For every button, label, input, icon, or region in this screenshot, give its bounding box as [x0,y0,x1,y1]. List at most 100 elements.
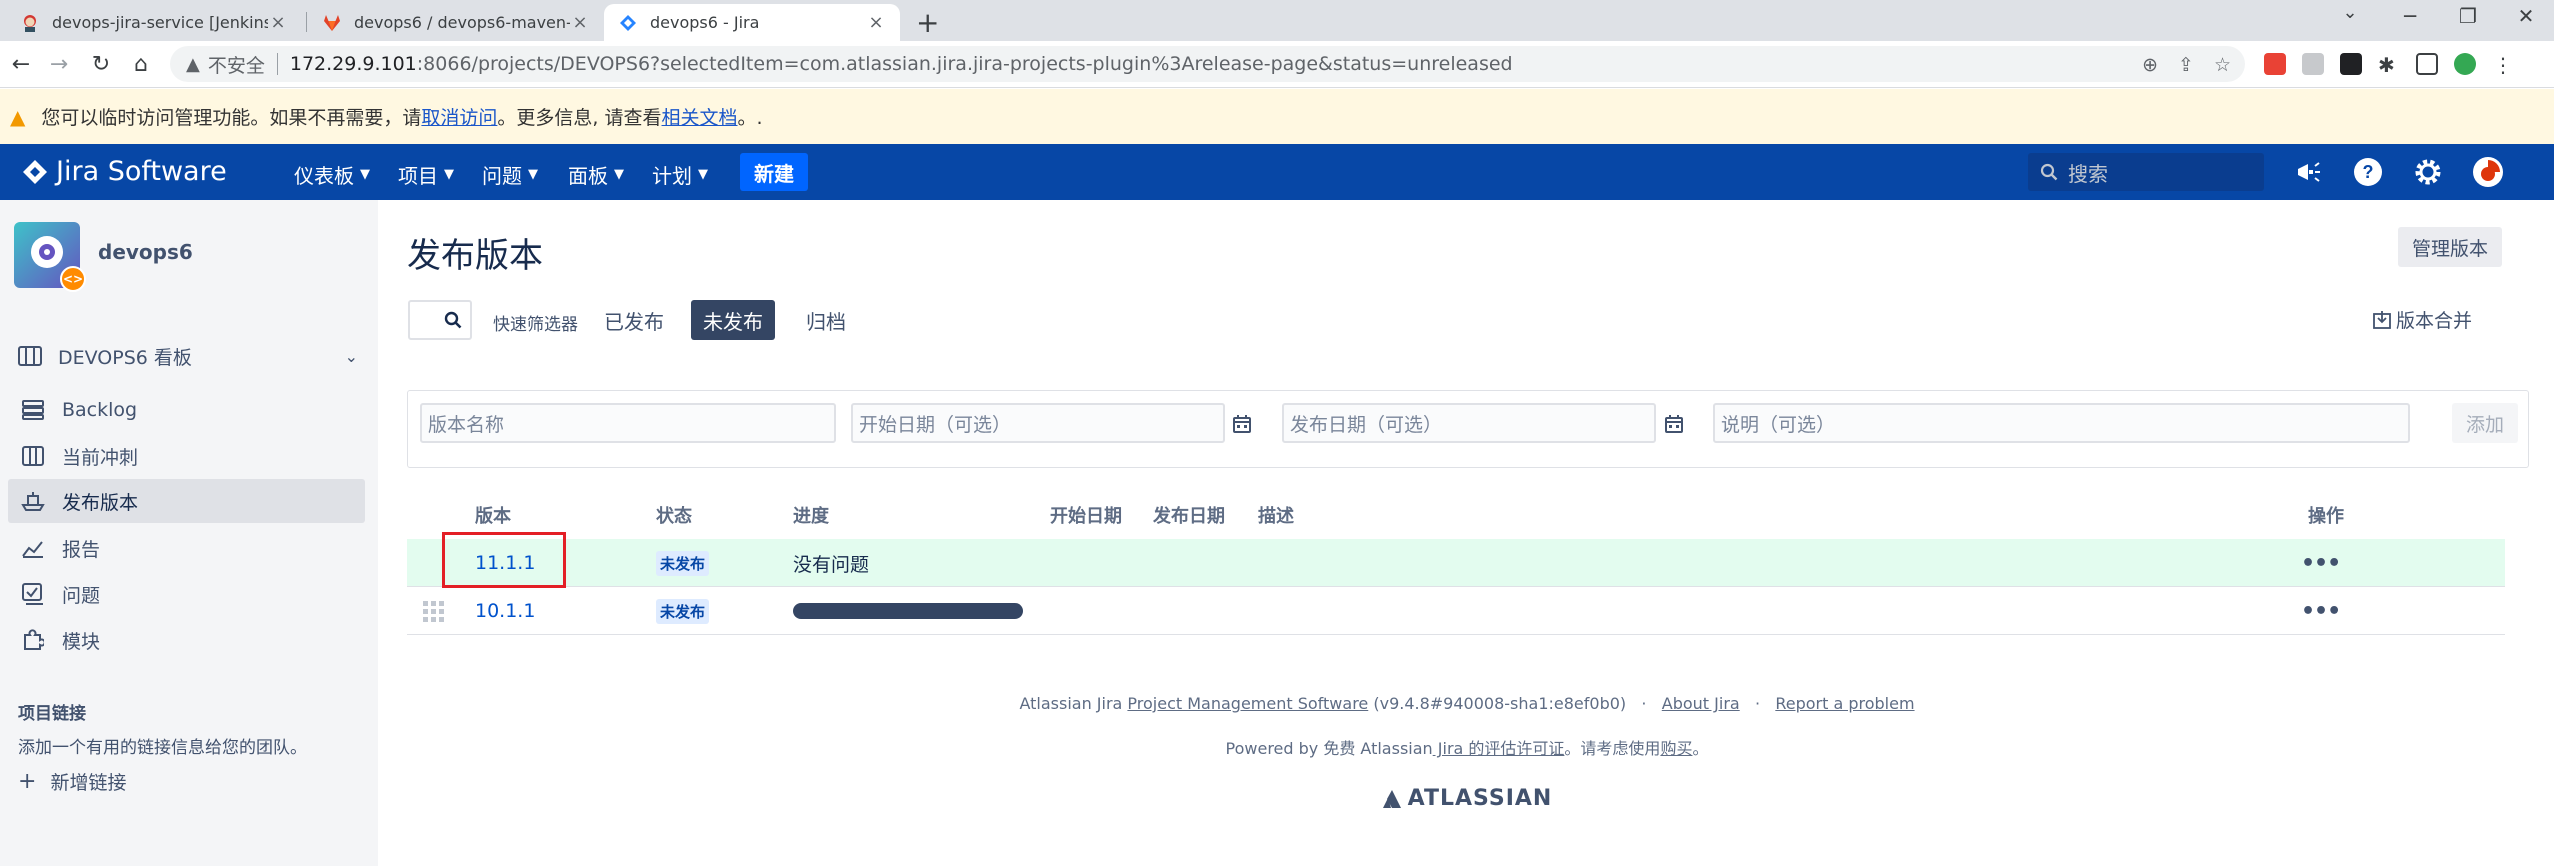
sidebar-item-releases[interactable]: 发布版本 [8,479,365,523]
tab-close-icon[interactable]: × [570,12,590,33]
menu-projects[interactable]: 项目 ▼ [398,160,454,189]
user-avatar[interactable] [2472,156,2504,188]
menu-boards[interactable]: 面板 ▼ [568,160,624,189]
browser-tab-gitlab[interactable]: devops6 / devops6-maven-ser × [308,4,604,41]
footer-line-1: Atlassian Jira Project Management Softwa… [380,694,2554,713]
sidebar-item-components[interactable]: 模块 [8,618,365,662]
about-jira-link[interactable]: About Jira [1662,694,1740,713]
sidebar-item-label: 报告 [62,538,101,561]
share-icon[interactable]: ⇪ [2178,54,2194,76]
warning-icon: ▲ [186,53,200,75]
address-bar[interactable]: ▲ 不安全 172.29.9.101:8066/projects/DEVOPS6… [170,46,2245,82]
jira-logo[interactable]: Jira Software [22,156,227,187]
sidebar-item-backlog[interactable]: Backlog [8,388,365,432]
start-date-input[interactable]: 开始日期（可选） [851,403,1225,443]
calendar-icon[interactable] [1232,414,1252,434]
docs-link[interactable]: 相关文档 [662,103,738,130]
merge-versions-button[interactable]: 版本合并 [2372,306,2472,333]
logo-text: Jira Software [56,156,227,187]
tab-separator [306,12,307,32]
tab-close-icon[interactable]: × [866,12,886,33]
extension-dark-icon[interactable] [2340,53,2362,75]
more-actions-icon[interactable]: ••• [2301,551,2341,576]
backlog-icon [20,400,46,420]
sidebar-item-issues[interactable]: 问题 [8,572,365,616]
minimize-button[interactable]: ─ [2390,4,2430,28]
pm-software-link[interactable]: Project Management Software [1127,694,1368,713]
quick-filter-label[interactable]: 快速筛选器 [493,310,578,335]
menu-dashboards[interactable]: 仪表板 ▼ [294,160,370,189]
footer-text: Powered by 免费 Atlassian [1225,739,1433,758]
manage-versions-button[interactable]: 管理版本 [2398,227,2503,267]
tab-unreleased[interactable]: 未发布 [691,300,775,340]
version-search-input[interactable] [408,300,472,340]
chart-icon [20,538,46,558]
extension-grey-icon[interactable] [2302,53,2324,75]
extension-red-icon[interactable] [2264,53,2286,75]
purchase-link[interactable]: 购买 [1660,739,1692,758]
zoom-icon[interactable]: ⊕ [2142,54,2158,76]
reload-button[interactable]: ↻ [86,49,116,79]
release-date-input[interactable]: 发布日期（可选） [1282,403,1656,443]
sidebar-item-reports[interactable]: 报告 [8,526,365,570]
atlassian-logo[interactable]: ATLASSIAN [380,786,2554,811]
description-input[interactable]: 说明（可选） [1713,403,2410,443]
merge-label: 版本合并 [2396,310,2473,332]
new-tab-button[interactable]: + [916,6,939,39]
more-actions-icon[interactable]: ••• [2301,599,2341,624]
search-icon [2040,163,2058,181]
project-name: devops6 [98,240,193,264]
menu-issues[interactable]: 问题 ▼ [482,160,538,189]
report-problem-link[interactable]: Report a problem [1775,694,1914,713]
board-selector[interactable]: DEVOPS6 看板 ⌄ [18,342,358,370]
status-badge: 未发布 [656,550,710,576]
browser-tab-jenkins[interactable]: devops-jira-service [Jenkins] × [6,4,302,41]
chevron-down-icon: ▼ [614,167,624,182]
drop-access-link[interactable]: 取消访问 [421,103,497,130]
atlassian-mark-icon [1382,789,1401,808]
menu-plans[interactable]: 计划 ▼ [652,160,708,189]
footer-dot: · [1754,694,1761,713]
placeholder: 开始日期（可选） [859,413,1012,436]
version-link[interactable]: 10.1.1 [475,600,535,622]
side-panel-icon[interactable] [2416,53,2438,75]
close-window-button[interactable]: ✕ [2506,4,2546,28]
sidebar-item-active-sprint[interactable]: 当前冲刺 [8,434,365,478]
settings-gear-icon[interactable] [2412,156,2444,188]
drag-handle-icon[interactable] [423,601,444,622]
home-button[interactable]: ⌂ [126,49,156,79]
url-text: 172.29.9.101:8066/projects/DEVOPS6?selec… [290,53,1513,75]
url-path: :8066/projects/DEVOPS6?selectedItem=com.… [416,53,1513,75]
create-button[interactable]: 新建 [740,153,808,191]
tab-archived[interactable]: 归档 [794,300,858,340]
tab-search-icon[interactable]: ⌄ [2330,2,2370,23]
tab-released[interactable]: 已发布 [592,300,676,340]
column-header-description: 描述 [1258,506,1294,527]
project-links-description: 添加一个有用的链接信息给您的团队。 [18,738,307,758]
restore-button[interactable]: ❐ [2448,4,2488,28]
browser-tab-jira[interactable]: devops6 - Jira × [604,4,900,41]
extensions-puzzle-icon[interactable]: ✱ [2378,53,2400,77]
forward-button[interactable]: → [44,49,74,79]
column-header-actions: 操作 [2308,506,2344,527]
eval-license-link[interactable]: Jira 的评估许可证 [1433,739,1565,758]
announcement-icon[interactable] [2292,156,2324,188]
help-icon[interactable]: ? [2352,156,2384,188]
version-name-input[interactable]: 版本名称 [420,403,836,443]
chevron-down-icon: ▼ [528,167,538,182]
browser-menu-icon[interactable]: ⋮ [2492,53,2514,77]
plus-icon: + [18,769,37,794]
add-version-button[interactable]: 添加 [2452,403,2518,443]
gitlab-icon [322,13,342,33]
search-input[interactable]: 搜索 [2028,153,2264,191]
profile-avatar-icon[interactable] [2454,53,2476,75]
tab-close-icon[interactable]: × [268,12,288,33]
chevron-down-icon: ⌄ [344,346,358,366]
bookmark-star-icon[interactable]: ☆ [2214,54,2231,76]
menu-label: 面板 [568,164,608,188]
add-link-button[interactable]: + 新增链接 [18,768,126,795]
add-version-form: 版本名称 开始日期（可选） 发布日期（可选） 说明（可选） 添加 [407,390,2529,468]
url-host: 172.29.9.101 [289,53,417,75]
calendar-icon[interactable] [1664,414,1684,434]
back-button[interactable]: ← [6,49,36,79]
